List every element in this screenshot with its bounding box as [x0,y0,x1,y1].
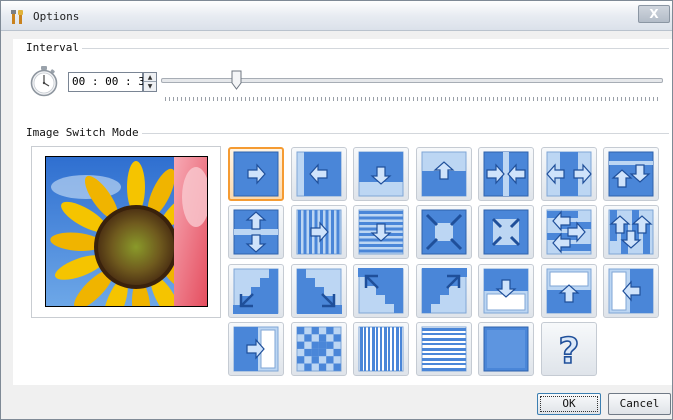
preview-image [45,156,208,307]
image-switch-divider [129,133,669,134]
interval-time-input[interactable]: 00 : 00 : 30 [68,72,151,92]
box-out-icon [421,209,466,255]
switch-mode-tile[interactable] [415,321,472,376]
cover-up-icon [546,268,591,314]
switch-mode-tile[interactable] [540,147,597,201]
random-glyph: ? [558,331,579,372]
box-in-icon [483,209,529,255]
cover-right-icon [233,326,279,372]
switch-mode-tile[interactable] [228,205,284,260]
checkerboard-icon [296,326,341,372]
switch-mode-tile[interactable] [353,147,409,201]
split-horizontal-out-icon [545,151,592,197]
random-icon: ? [557,330,579,372]
spin-down-icon[interactable]: ▼ [144,82,156,91]
interval-slider-thumb[interactable] [231,70,242,90]
cover-left-icon [608,268,654,314]
image-switch-group-label: Image Switch Mode [26,126,142,139]
dialog-content: Interval 00 : 00 : 30 ▲ ▼ Image Switch M… [13,39,672,385]
interval-divider [73,48,669,49]
switch-mode-tile[interactable] [228,321,284,376]
staircase-bottom-right-icon [296,268,342,314]
title-bar[interactable]: Options X [1,1,672,31]
staircase-top-left-icon [358,267,404,314]
close-button[interactable]: X [638,5,670,23]
switch-mode-tile[interactable] [603,147,659,201]
switch-mode-tile[interactable] [478,321,534,376]
horizontal-blinds-down-icon [358,209,404,255]
cancel-button[interactable]: Cancel [608,393,671,415]
slider-ticks [165,97,661,101]
window-title: Options [33,10,80,23]
stopwatch-icon [30,66,58,97]
switch-mode-tile[interactable] [290,321,347,376]
cover-down-icon [483,268,529,314]
switch-mode-tile[interactable] [290,205,347,260]
switch-mode-tile[interactable] [415,205,472,260]
ok-button[interactable]: OK [537,393,601,415]
split-vertical-out-icon [233,209,279,255]
switch-mode-tile[interactable] [540,205,597,260]
split-vertical-swap-icon [608,151,654,197]
switch-mode-tile[interactable] [603,263,659,318]
staircase-bottom-left-icon [233,268,279,314]
interval-group-label: Interval [26,41,82,54]
switch-mode-tile[interactable] [478,263,534,318]
preview-panel [31,146,221,318]
interleave-horizontal-icon [546,209,591,255]
vertical-bars-icon [358,326,404,372]
push-right-icon [233,151,279,197]
switch-mode-tile[interactable] [540,263,597,318]
tools-icon [11,10,23,24]
vertical-blinds-right-icon [296,209,341,255]
switch-mode-tile[interactable] [415,263,472,318]
horizontal-bars-icon [421,326,466,372]
switch-mode-tile[interactable] [478,205,534,260]
push-down-icon [358,151,404,197]
switch-mode-tile[interactable] [415,147,472,201]
staircase-top-right-icon [421,267,467,314]
switch-mode-tile[interactable] [603,205,659,260]
push-left-icon [296,151,341,197]
switch-mode-tile[interactable] [290,263,347,318]
switch-mode-tile[interactable] [478,147,534,201]
options-dialog: Options X Interval 00 : 00 : 30 ▲ ▼ Imag… [0,0,673,420]
switch-mode-tile[interactable] [353,321,409,376]
split-horizontal-in-icon [483,151,529,197]
switch-mode-tile[interactable] [353,263,409,318]
interleave-vertical-icon [608,209,654,255]
spin-up-icon[interactable]: ▲ [144,73,156,82]
interval-spinner[interactable]: ▲ ▼ [143,72,157,92]
switch-mode-tile[interactable] [353,205,409,260]
fade-icon [483,326,529,372]
switch-mode-tile[interactable] [228,147,284,201]
push-up-icon [421,151,466,197]
switch-mode-tile[interactable] [290,147,347,201]
switch-mode-tile[interactable] [228,263,284,318]
switch-mode-tile[interactable]: ? [540,321,597,376]
